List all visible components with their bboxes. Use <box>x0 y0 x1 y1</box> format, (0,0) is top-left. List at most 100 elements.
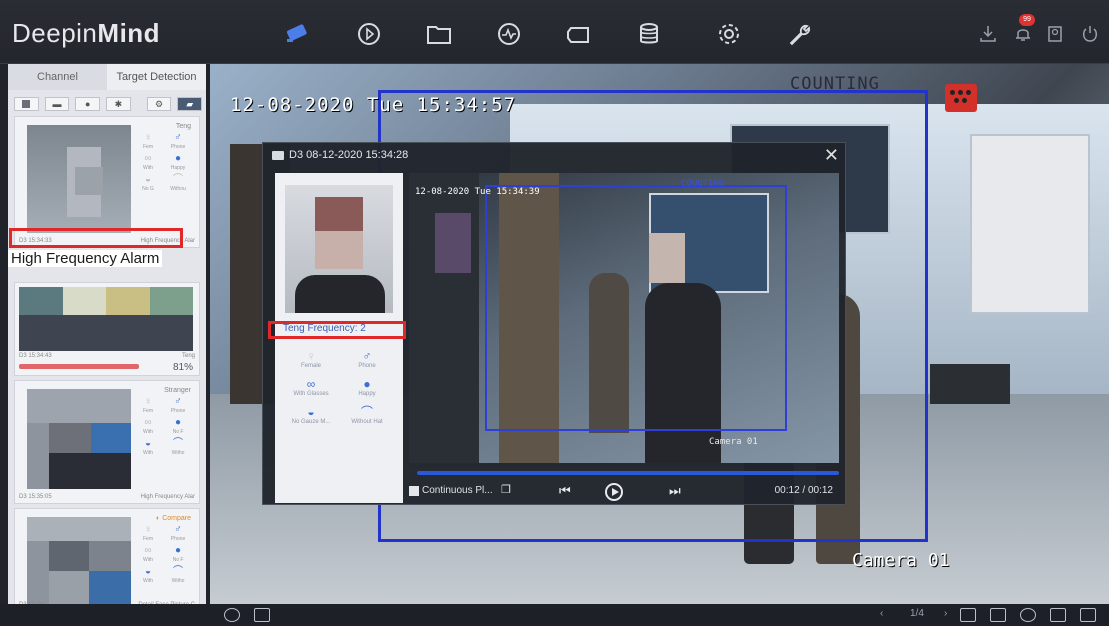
filter-all-checkbox[interactable] <box>14 97 39 111</box>
attribute-gender: ♀ Fem <box>143 132 153 151</box>
play-icon[interactable] <box>605 483 623 501</box>
video-timestamp: 12-08-2020 Tue 15:34:57 <box>230 94 517 116</box>
frequency-highlight-box <box>268 321 406 339</box>
smile-icon: ● <box>174 153 182 164</box>
continuous-play-checkbox[interactable] <box>409 486 419 496</box>
mask-icon: ◒ <box>144 174 152 185</box>
video-camera-icon <box>272 151 284 160</box>
filter-face-checkbox[interactable]: ● <box>75 97 101 111</box>
alarm-type: High Frequency Alar <box>140 494 195 500</box>
tab-target-detection[interactable]: Target Detection <box>107 64 206 90</box>
smart-analysis-icon[interactable] <box>492 20 526 48</box>
app-logo: DeepinMind <box>12 18 161 48</box>
attribute-phone: ♂ Phone <box>170 132 186 151</box>
glasses-icon: ∞ <box>144 153 152 164</box>
glasses-icon: ∞ <box>306 377 316 391</box>
captured-image-strip <box>19 287 193 315</box>
target-type-filters: ▬ ● ✱ ⚙ ▰ <box>14 96 203 112</box>
captured-scene-thumbnail <box>19 315 193 351</box>
power-icon[interactable] <box>1080 24 1100 44</box>
close-icon[interactable]: ✕ <box>824 145 839 166</box>
previous-icon[interactable]: ⏮ <box>559 483 571 499</box>
playback-controls: Continuous Pl... ❐ ⏮ ⏭ 00:12 / 00:12 <box>409 483 839 501</box>
snapshot-icon[interactable] <box>254 608 270 622</box>
account-icon[interactable] <box>1045 24 1065 44</box>
attribute-phone: ♂ Phone <box>339 349 395 369</box>
detection-card[interactable]: Stranger ♀ Fem ♂ Phone ∞ With ● No F ◒ With ⌒… <box>14 380 200 504</box>
tab-channel[interactable]: Channel <box>8 64 107 90</box>
panel-tabs: Channel Target Detection <box>8 64 206 90</box>
popup-title: D3 08-12-2020 15:34:28 <box>289 149 409 161</box>
female-icon: ♀ <box>144 396 152 407</box>
film-clapper-icon[interactable] <box>945 84 977 112</box>
face-capture-thumbnail <box>27 125 131 233</box>
live-view-camera-icon[interactable] <box>282 20 316 48</box>
storage-database-icon[interactable] <box>632 20 666 48</box>
attribute-phone: ♂ Phone <box>170 396 186 415</box>
view-settings-button[interactable]: ⚙ <box>146 97 172 111</box>
attribute-phone: ♂ Phone <box>170 524 186 543</box>
male-icon: ♂ <box>174 524 182 535</box>
face-icon: ● <box>84 99 91 109</box>
target-name: Stranger <box>164 387 191 394</box>
target-detection-panel: Channel Target Detection ▬ ● ✱ ⚙ ▰ Teng … <box>8 64 206 612</box>
playback-progress-bar[interactable] <box>417 471 839 475</box>
attribute-glasses: ∞ With <box>143 417 153 436</box>
inner-counting-label: COUNTING <box>681 179 725 189</box>
file-folder-icon[interactable] <box>422 20 456 48</box>
playback-popup: D3 08-12-2020 15:34:28 ✕ Teng Frequency:… <box>262 142 846 505</box>
maintenance-wrench-icon[interactable] <box>782 20 816 48</box>
attribute-glasses: ∞ With <box>143 153 153 172</box>
playback-video[interactable]: 12-08-2020 Tue 15:34:39 COUNTING Camera … <box>409 173 839 463</box>
page-previous-icon[interactable]: ‹ <box>880 608 883 619</box>
alarm-bell-icon[interactable] <box>1013 24 1033 44</box>
annotation-label: High Frequency Alarm <box>8 250 163 267</box>
clear-button[interactable]: ▰ <box>177 97 203 111</box>
filter-human-checkbox[interactable]: ✱ <box>106 97 131 111</box>
capture-time: D3 15:35:05 <box>19 494 52 500</box>
inner-video-timestamp: 12-08-2020 Tue 15:34:39 <box>415 187 540 197</box>
vehicle-icon: ▬ <box>52 99 62 109</box>
download-icon[interactable] <box>978 24 998 44</box>
male-icon: ♂ <box>174 396 182 407</box>
page-next-icon[interactable]: › <box>944 608 947 619</box>
info-icon[interactable] <box>990 608 1006 622</box>
next-icon[interactable]: ⏭ <box>669 483 681 499</box>
all-targets-icon <box>22 100 31 108</box>
filter-vehicle-checkbox[interactable]: ▬ <box>44 97 70 111</box>
settings-gear-icon[interactable] <box>712 20 746 48</box>
continuous-play-label: Continuous Pl... <box>422 485 493 496</box>
page-indicator: 1/4 <box>910 608 924 619</box>
attribute-expression: ● Happy <box>170 153 186 172</box>
attribute-list: ◐ Compare ♀ Fem ♂ Phone ∞ With ● No F ◒ With … <box>133 515 197 584</box>
detection-card[interactable]: D3 15:34:43 Teng 81% <box>14 282 200 376</box>
male-icon: ♂ <box>362 349 372 363</box>
attribute-expression: ● No F <box>172 545 184 564</box>
layout-icon[interactable] <box>960 608 976 622</box>
bottom-toolbar: ‹ 1/4 › <box>0 604 1109 626</box>
scene-display-panel <box>970 134 1090 314</box>
male-icon: ♂ <box>174 132 182 143</box>
face-snapshot <box>285 185 393 313</box>
refresh-icon[interactable] <box>1020 608 1036 622</box>
attribute-expression: ● No F <box>172 417 184 436</box>
compare-label: ◐ Compare <box>156 515 191 522</box>
detection-card[interactable]: ◐ Compare ♀ Fem ♂ Phone ∞ With ● No F ◒ With … <box>14 508 200 612</box>
playback-icon[interactable] <box>352 20 386 48</box>
card-footer: D3 15:35:05 High Frequency Alar <box>19 494 195 500</box>
attribute-mask: ◒ No Gauze M... <box>283 405 339 425</box>
smile-icon: ● <box>174 545 182 556</box>
target-name: Teng <box>175 123 191 130</box>
settings-icon: ⚙ <box>154 98 164 109</box>
camera-name-label: Camera 01 <box>852 550 950 571</box>
attribute-hat: ⌒ Witho <box>171 438 185 457</box>
copy-clip-icon[interactable]: ❐ <box>501 483 511 496</box>
glasses-icon: ∞ <box>144 545 152 556</box>
attribute-list: Stranger ♀ Fem ♂ Phone ∞ With ● No F ◒ With ⌒… <box>133 387 197 456</box>
camera-tag-icon[interactable] <box>562 20 596 48</box>
scene-laptop <box>930 364 1010 404</box>
face-capture-icon[interactable] <box>224 608 240 622</box>
fullscreen-icon[interactable] <box>1080 608 1096 622</box>
group-icon[interactable] <box>1050 608 1066 622</box>
glasses-icon: ∞ <box>144 417 152 428</box>
